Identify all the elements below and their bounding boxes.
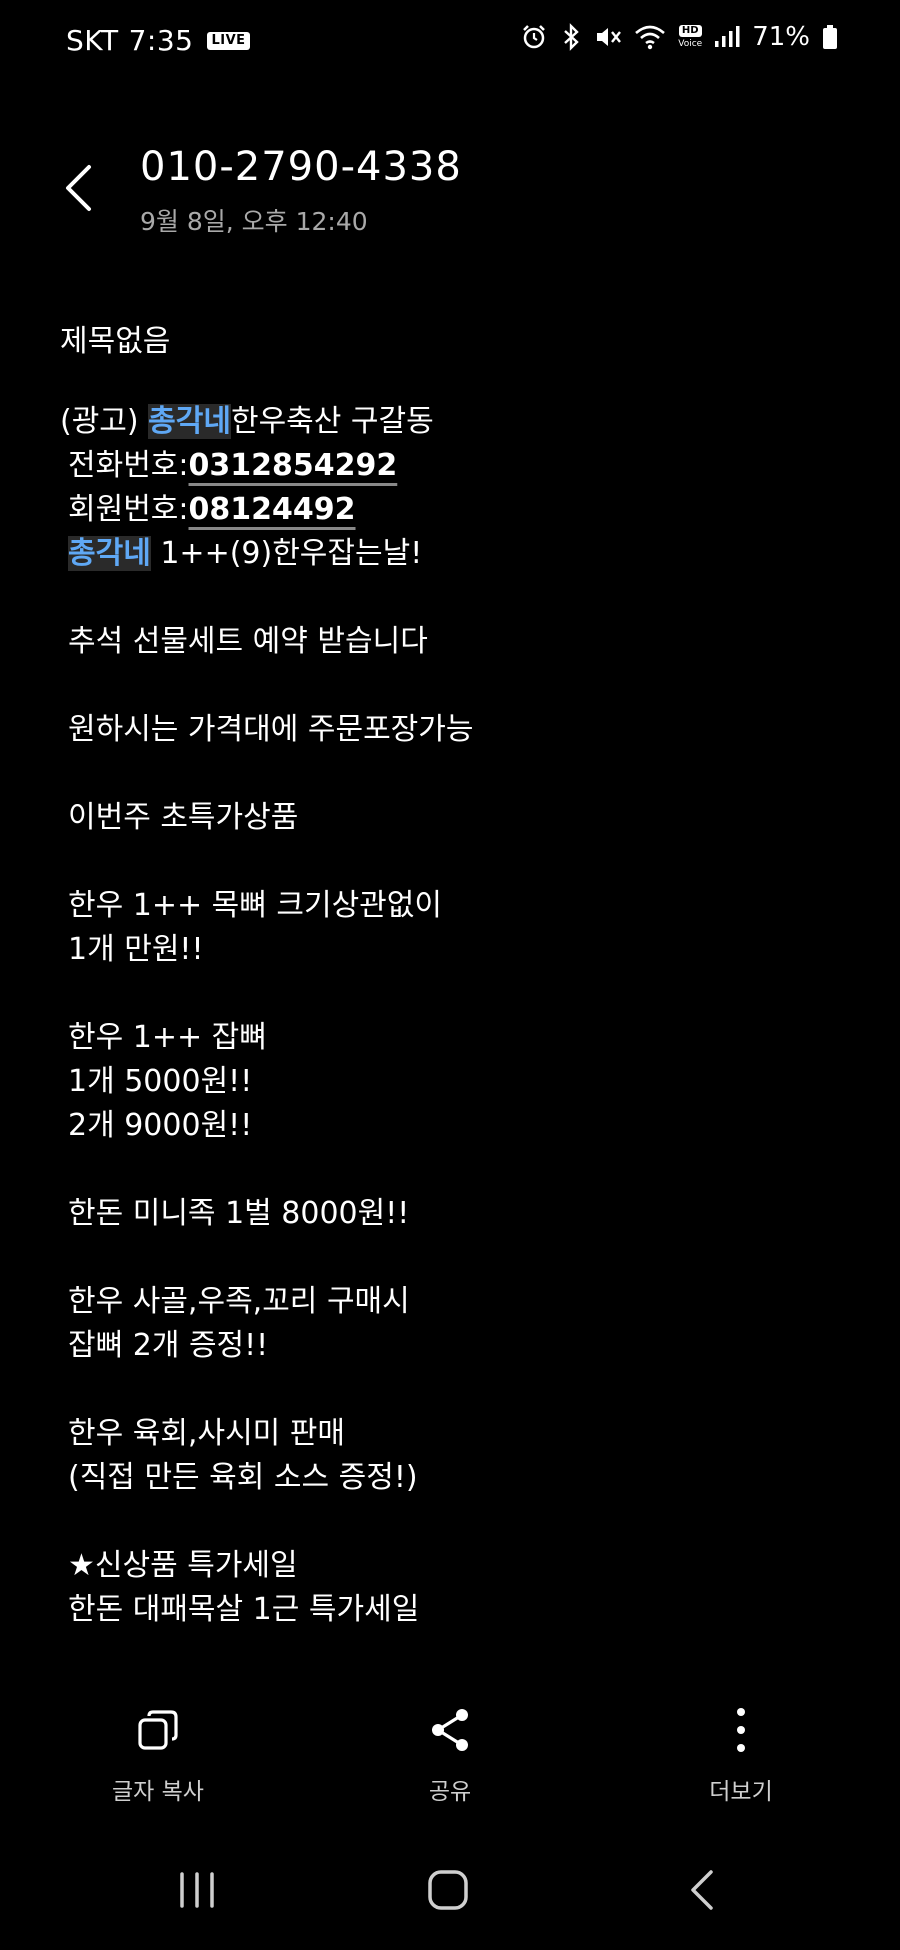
more-label: 더보기 <box>709 1779 773 1805</box>
message-line: 이번주 초특가상품 <box>68 800 299 835</box>
message-line: 1개 5000원!! <box>68 1064 253 1099</box>
message-line: 2개 9000원!! <box>68 1108 253 1143</box>
message-line: (직접 만든 육회 소스 증정!) <box>68 1460 418 1495</box>
message-line: 원하시는 가격대에 주문포장가능 <box>68 712 474 747</box>
member-number-link[interactable]: 08124492 <box>189 492 356 527</box>
clock: 7:35 <box>128 24 194 57</box>
message-line: 한돈 미니족 1벌 8000원!! <box>68 1196 410 1231</box>
share-button[interactable]: 공유 <box>350 1700 550 1806</box>
back-button[interactable] <box>50 160 106 216</box>
system-back-button[interactable] <box>662 1864 742 1916</box>
message-line: 한우 1++ 잡뼈 <box>68 1020 267 1055</box>
message-line: 한우 사골,우족,꼬리 구매시 <box>68 1284 410 1319</box>
wifi-icon <box>634 23 666 51</box>
action-bar: 글자 복사 공유 더보기 <box>0 1700 900 1820</box>
ad-prefix: (광고) <box>60 404 149 439</box>
battery-percent: 71% <box>752 22 810 52</box>
chevron-left-icon <box>66 165 91 211</box>
copy-icon <box>136 1700 180 1760</box>
phone-label: 전화번호: <box>68 448 189 483</box>
more-button[interactable]: 더보기 <box>641 1700 841 1806</box>
alarm-icon <box>520 23 548 51</box>
bluetooth-icon <box>560 23 582 51</box>
store-name-highlight[interactable]: 총각네 <box>148 404 231 439</box>
status-bar: SKT 7:35 LIVE HD Voice 71% <box>0 0 900 86</box>
status-right: HD Voice 71% <box>520 22 838 52</box>
hd-label: HD <box>678 25 702 37</box>
message-line: 잡뼈 2개 증정!! <box>68 1328 269 1363</box>
promo-highlight[interactable]: 총각네 <box>68 536 151 571</box>
carrier-label: SKT <box>66 24 119 57</box>
phone-number-link[interactable]: 0312854292 <box>189 448 398 483</box>
sender-number: 010-2790-4338 <box>140 144 462 190</box>
ad-store-line: (광고) 총각네한우축산 구갈동 <box>60 400 860 444</box>
copy-text-button[interactable]: 글자 복사 <box>58 1700 258 1806</box>
signal-icon <box>714 23 740 51</box>
message-line: 한우 1++ 목뼈 크기상관없이 <box>68 888 442 923</box>
system-nav-bar <box>0 1850 900 1930</box>
home-button[interactable] <box>408 1864 488 1916</box>
share-label: 공유 <box>428 1779 472 1805</box>
more-vertical-icon <box>735 1700 747 1760</box>
member-label: 회원번호: <box>68 492 189 527</box>
promo-rest: 1++(9)한우잡는날! <box>150 536 423 571</box>
battery-icon <box>822 23 838 51</box>
live-badge: LIVE <box>207 31 250 50</box>
recent-apps-button[interactable] <box>157 1864 237 1916</box>
message-line: ★신상품 특가세일 <box>68 1548 298 1583</box>
member-line: 회원번호:08124492 <box>60 488 860 532</box>
message-body: (광고) 총각네한우축산 구갈동 전화번호:0312854292 회원번호:08… <box>60 400 860 1632</box>
back-arrow-icon <box>691 1870 713 1910</box>
phone-line: 전화번호:0312854292 <box>60 444 860 488</box>
message-line: 한돈 대패목살 1근 특가세일 <box>68 1592 420 1627</box>
recent-apps-icon <box>180 1872 214 1908</box>
copy-text-label: 글자 복사 <box>112 1779 204 1805</box>
home-icon <box>428 1870 468 1910</box>
message-subject: 제목없음 <box>60 324 171 359</box>
message-line: 추석 선물세트 예약 받습니다 <box>68 624 428 659</box>
message-line: 1개 만원!! <box>68 932 204 967</box>
mute-icon <box>594 23 622 51</box>
conversation-header: 010-2790-4338 9월 8일, 오후 12:40 <box>0 140 900 250</box>
message-date: 9월 8일, 오후 12:40 <box>140 207 368 236</box>
promo-line: 총각네 1++(9)한우잡는날! <box>60 532 860 576</box>
voice-label: Voice <box>678 39 703 49</box>
share-icon <box>428 1700 472 1760</box>
hd-voice-badge: HD Voice <box>678 25 702 49</box>
message-line: 한우 육회,사시미 판매 <box>68 1416 346 1451</box>
store-name-rest: 한우축산 구갈동 <box>230 404 434 439</box>
status-left: SKT 7:35 LIVE <box>66 24 250 57</box>
